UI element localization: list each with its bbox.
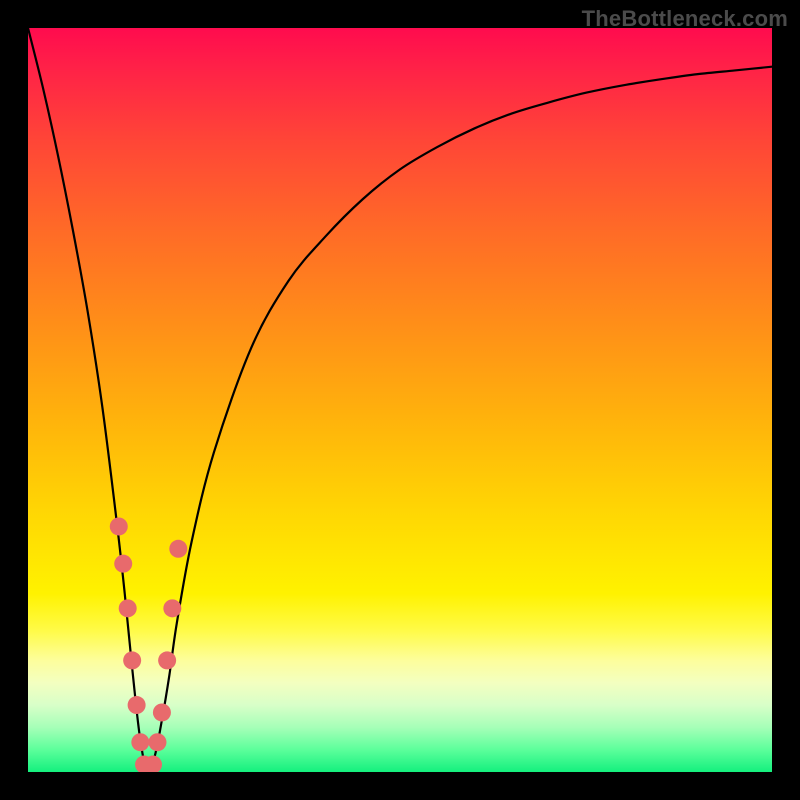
- curve-marker: [128, 696, 146, 714]
- curve-marker: [158, 651, 176, 669]
- bottleneck-chart-svg: [28, 28, 772, 772]
- curve-marker: [163, 599, 181, 617]
- curve-marker: [110, 517, 128, 535]
- curve-marker: [131, 733, 149, 751]
- curve-marker: [148, 733, 166, 751]
- curve-marker: [119, 599, 137, 617]
- chart-frame: TheBottleneck.com: [0, 0, 800, 800]
- curve-marker: [114, 555, 132, 573]
- plot-area: [28, 28, 772, 772]
- curve-marker: [123, 651, 141, 669]
- curve-marker-group: [110, 517, 188, 772]
- curve-marker: [153, 703, 171, 721]
- curve-marker: [169, 540, 187, 558]
